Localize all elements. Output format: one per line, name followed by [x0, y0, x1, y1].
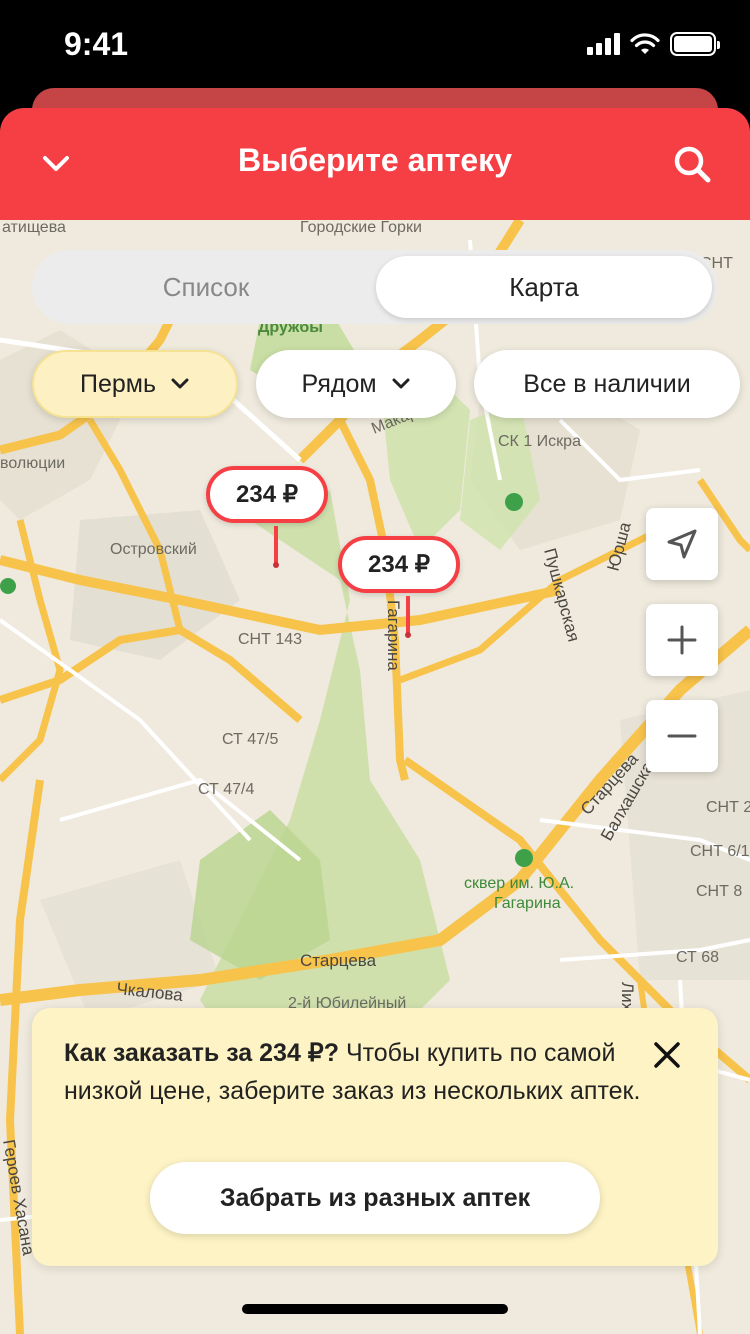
- chevron-down-icon: [171, 378, 189, 389]
- map-label: СТ 47/4: [198, 781, 254, 798]
- status-icons: [587, 32, 720, 56]
- map-label: СНТ 143: [238, 631, 302, 648]
- map-label: Городские Горки: [300, 220, 422, 236]
- map-label: сквер им. Ю.А.: [464, 875, 574, 892]
- pin-dot: [273, 562, 279, 568]
- map-label: СНТ 8: [696, 883, 742, 900]
- zoom-out-icon: [667, 734, 697, 738]
- pickup-multiple-button[interactable]: Забрать из разных аптек: [150, 1162, 600, 1234]
- pin-price: 234 ₽: [206, 466, 328, 523]
- distance-filter[interactable]: Рядом: [256, 350, 456, 418]
- map-label: атищева: [2, 220, 66, 236]
- header: Выберите аптеку: [0, 108, 750, 220]
- close-icon[interactable]: [652, 1040, 682, 1070]
- pin-price: 234 ₽: [338, 536, 460, 593]
- city-filter-label: Пермь: [80, 369, 156, 398]
- search-icon: [674, 146, 711, 183]
- pin-stem: [406, 596, 410, 634]
- page-title: Выберите аптеку: [238, 142, 512, 178]
- city-filter[interactable]: Пермь: [32, 350, 238, 418]
- map-label: волюции: [0, 455, 65, 472]
- tab-map[interactable]: Карта: [376, 256, 712, 318]
- stock-filter-label: Все в наличии: [523, 369, 691, 398]
- map-label: Гагарина: [494, 895, 561, 912]
- distance-filter-label: Рядом: [301, 369, 377, 398]
- search-button[interactable]: [664, 136, 720, 192]
- zoom-in-icon: [667, 625, 697, 655]
- zoom-in-button[interactable]: [646, 604, 718, 676]
- view-toggle: Список Карта: [32, 250, 718, 324]
- map-label: Островский: [110, 541, 197, 558]
- tab-list[interactable]: Список: [38, 256, 374, 318]
- pharmacy-pin[interactable]: 234 ₽: [206, 466, 328, 568]
- chevron-down-icon: [392, 378, 410, 389]
- info-card: Как заказать за 234 ₽? Чтобы купить по с…: [32, 1008, 718, 1266]
- map-label: СНТ 6/1: [690, 843, 750, 860]
- status-time: 9:41: [64, 26, 129, 62]
- map-label: СТ 47/5: [222, 731, 278, 748]
- home-indicator: [242, 1304, 508, 1314]
- map-label: СТ 68: [676, 949, 719, 966]
- battery-icon: [670, 32, 720, 56]
- location-arrow-icon: [667, 529, 697, 559]
- stock-filter[interactable]: Все в наличии: [474, 350, 740, 418]
- my-location-button[interactable]: [646, 508, 718, 580]
- signal-icon: [587, 33, 620, 55]
- map-label: Старцева: [300, 951, 377, 970]
- info-headline: Как заказать за 234 ₽?: [64, 1039, 339, 1067]
- info-text: Как заказать за 234 ₽? Чтобы купить по с…: [64, 1034, 644, 1110]
- pin-dot: [405, 632, 411, 638]
- map-label: Гагарина: [384, 600, 403, 671]
- zoom-out-button[interactable]: [646, 700, 718, 772]
- wifi-icon: [630, 33, 660, 54]
- status-bar: 9:41: [0, 0, 750, 92]
- pin-stem: [274, 526, 278, 564]
- map-label: СК 1 Искра: [498, 433, 581, 450]
- map-label: СНТ 2: [706, 799, 750, 816]
- pharmacy-pin[interactable]: 234 ₽: [338, 536, 460, 638]
